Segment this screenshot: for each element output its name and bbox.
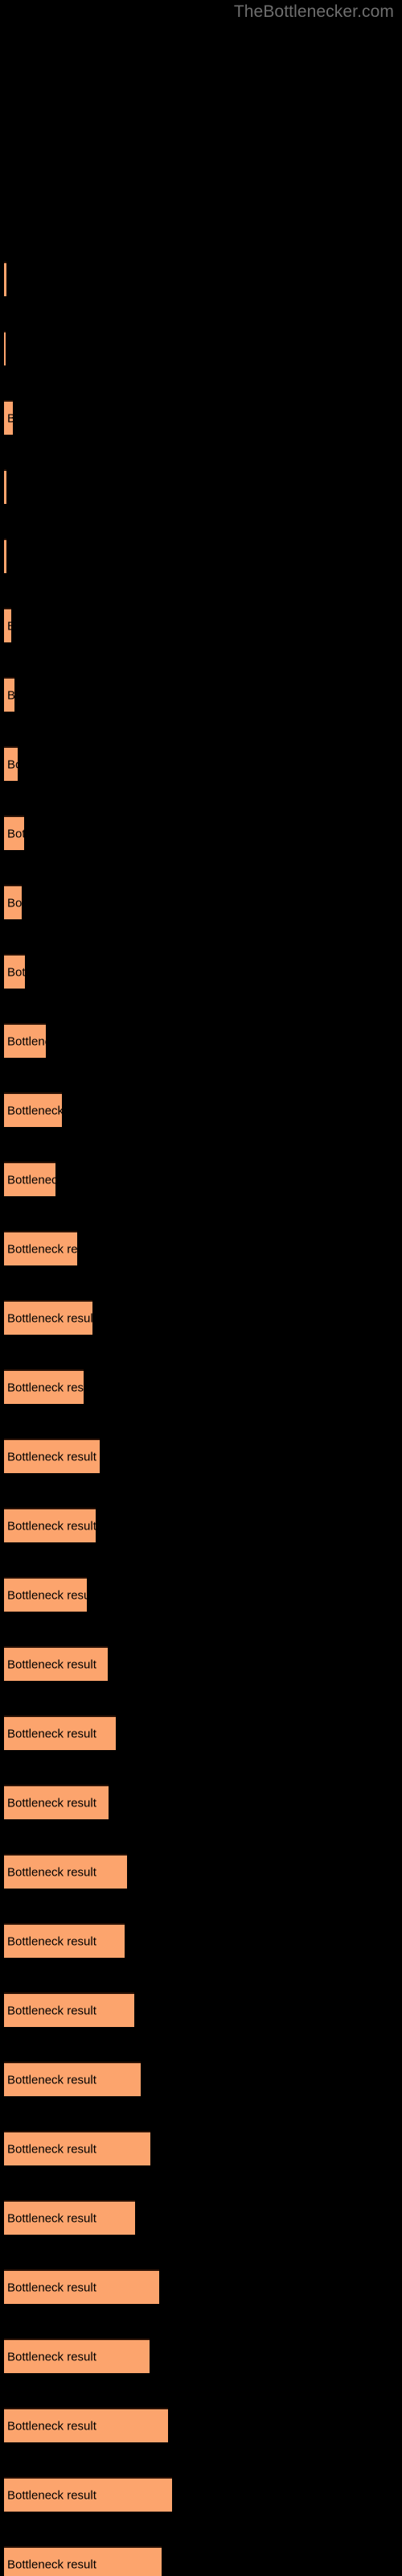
bar: Bottleneck result	[4, 1646, 108, 1681]
bar: Bottleneck result	[4, 1785, 109, 1819]
bar-label: Bottleneck result	[7, 896, 22, 910]
bar: Bottleneck result	[4, 2477, 172, 2512]
bar-label: Bottleneck result	[7, 1865, 96, 1879]
bar-chart: Bottleneck result Bottleneck result Bottle…	[0, 0, 402, 2576]
bar: Bottleneck result	[4, 1508, 96, 1542]
bar-label: Bottleneck result	[7, 2419, 96, 2433]
bar-label: Bottleneck result	[7, 2488, 96, 2502]
bar: Bottleneck result	[4, 677, 14, 712]
bar: Bottleneck result	[4, 1854, 127, 1889]
bar: Bottleneck result	[4, 400, 13, 435]
bar-label: Bottleneck result	[7, 2281, 96, 2294]
bar: Bottleneck result	[4, 539, 6, 573]
bar: Bottleneck result	[4, 1439, 100, 1473]
bar: Bottleneck result	[4, 469, 6, 504]
bar-label: Bottleneck result	[7, 2073, 96, 2087]
bar: Bottleneck result	[4, 262, 6, 296]
bar-label: Bottleneck result	[7, 1657, 96, 1671]
bar: Bottleneck result	[4, 1577, 87, 1612]
bar: Bottleneck result	[4, 2269, 159, 2304]
bar-label: Bottleneck result	[7, 1727, 96, 1740]
bar-label: Bottleneck result	[7, 689, 14, 701]
bar: Bottleneck result	[4, 331, 6, 365]
bar-label: Bottleneck result	[7, 965, 25, 979]
bar-label: Bottleneck result	[7, 1796, 96, 1810]
bar: Bottleneck result	[4, 1023, 46, 1058]
bar-label: Bottleneck result	[7, 1311, 92, 1325]
bar-label: Bottleneck result	[7, 1934, 96, 1948]
bar-label: Bottleneck result	[7, 2004, 96, 2017]
bar: Bottleneck result	[4, 1715, 116, 1750]
bar: Bottleneck result	[4, 1162, 55, 1196]
bar: Bottleneck result	[4, 1300, 92, 1335]
bar-label: Bottleneck result	[7, 1104, 62, 1117]
bar: Bottleneck result	[4, 2339, 150, 2373]
bar-label: Bottleneck result	[7, 2350, 96, 2363]
bar-label: Bottleneck result	[7, 758, 18, 771]
bar-label: Bottleneck result	[7, 2557, 96, 2571]
bar-label: Bottleneck result	[7, 2142, 96, 2156]
bar: Bottleneck result	[4, 954, 25, 989]
bar: Bottleneck result	[4, 1369, 84, 1404]
bar: Bottleneck result	[4, 2131, 150, 2165]
bar-label: Bottleneck result	[7, 1519, 96, 1533]
bar-label: Bottleneck result	[7, 827, 24, 840]
bar: Bottleneck result	[4, 1231, 77, 1265]
bar-label: Bottleneck result	[7, 412, 13, 424]
bar-label: Bottleneck result	[7, 1173, 55, 1187]
bar: Bottleneck result	[4, 746, 18, 781]
bar: Bottleneck result	[4, 885, 22, 919]
bar: Bottleneck result	[4, 1923, 125, 1958]
bar-label: Bottleneck result	[7, 1242, 77, 1256]
bar: Bottleneck result	[4, 2546, 162, 2576]
bar-label: Bottleneck result	[7, 1381, 84, 1394]
bar: Bottleneck result	[4, 608, 11, 642]
bar: Bottleneck result	[4, 2200, 135, 2235]
bottleneck-chart-page: TheBottlenecker.com Bottleneck resultBot…	[0, 0, 402, 2576]
bar-label: Bottleneck result	[7, 620, 11, 632]
bar: Bottleneck result	[4, 1992, 134, 2027]
bar-label: Bottleneck result	[7, 1034, 46, 1048]
bar: Bottleneck result	[4, 2062, 141, 2096]
bar-label: Bottleneck result	[7, 1588, 87, 1602]
bar: Bottleneck result	[4, 815, 24, 850]
bar-label: Bottleneck result	[7, 1450, 96, 1463]
bar-label: Bottleneck result	[7, 2211, 96, 2225]
bar: Bottleneck result	[4, 1092, 62, 1127]
bar: Bottleneck result	[4, 2408, 168, 2442]
